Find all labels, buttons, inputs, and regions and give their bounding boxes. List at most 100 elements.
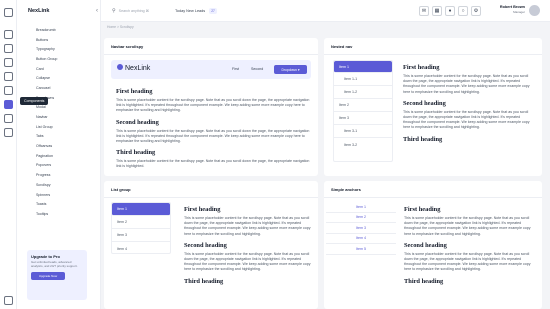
section-text: This is some placeholder content for the… [116,128,310,144]
topbar: ‹ ⚲ Search anything ⌘ Today New Leads 27… [96,0,550,22]
list-item-1[interactable]: Item 1 [112,203,170,216]
sidebar-item-card[interactable]: Card [17,64,101,74]
leads-summary: Today New Leads 27 [175,8,217,14]
navbar-scroll-area[interactable]: First heading This is some placeholder c… [116,88,311,172]
nested-item-3[interactable]: Item 3 [334,112,392,125]
leads-label: Today New Leads [175,9,206,13]
chat-icon[interactable]: ✉ [419,6,429,16]
bell-icon[interactable]: ♦ [445,6,455,16]
anchor-item-4[interactable]: Item 4 [326,234,396,244]
components-icon[interactable] [4,100,13,109]
anchor-item-5[interactable]: Item 5 [326,244,396,255]
section-heading: Second heading [184,241,227,249]
sidebar-nav: Breadcrumb Buttons Typography Button Gro… [17,25,101,219]
anchor-item-1[interactable]: Item 1 [326,202,396,213]
home-icon[interactable] [4,30,13,39]
nested-item-1[interactable]: Item 1 [334,61,392,73]
user-info[interactable]: Robert Brown Manager [493,5,525,14]
section-text: This is some placeholder content for the… [404,251,531,272]
card-title-navbar: Navbar scrollspy [111,44,144,49]
user-icon[interactable] [4,86,13,95]
nested-item-1-2[interactable]: Item 1-2 [334,86,392,99]
apps-icon[interactable]: ▦ [432,6,442,16]
section-text: This is some placeholder content for the… [403,74,530,94]
divider [324,197,542,198]
section-heading: First heading [403,64,440,71]
sidebar-item-navbar[interactable]: Navbar [17,112,101,122]
nav-dropdown-button[interactable]: Dropdown ▾ [274,65,307,74]
upgrade-button[interactable]: Upgrade Now [31,271,65,280]
sidebar-item-pagination[interactable]: Pagination [17,151,101,161]
card-title-nested: Nested nav [331,44,353,49]
table-icon[interactable] [4,114,13,123]
sidebar-item-list-group[interactable]: List Group [17,122,101,132]
nested-nav-list: Item 1 Item 1-1 Item 1-2 Item 2 Item 3 I… [333,60,393,162]
avatar[interactable] [529,5,540,16]
sidebar-item-typography[interactable]: Typography [17,44,101,54]
section-text: This is some placeholder content for the… [184,216,311,236]
section-heading: First heading [116,88,153,95]
sidebar-item-progress[interactable]: Progress [17,170,101,180]
anchor-item-3[interactable]: Item 3 [326,223,396,234]
sidebar-item-tooltips[interactable]: Tooltips [17,209,101,219]
sidebar-item-offcanvas[interactable]: Offcanvas [17,141,101,151]
sidebar-item-toasts[interactable]: Toasts [17,199,101,209]
section-heading: Third heading [116,149,156,157]
demo-navbar-brand[interactable]: NexLink [117,64,150,72]
search-icon: ⚲ [112,8,116,14]
anchors-scroll-area[interactable]: First heading This is some placeholder c… [404,206,534,309]
section-heading: Second heading [116,118,159,126]
card-title-listgroup: List group [111,187,131,192]
nested-item-2[interactable]: Item 2 [334,99,392,112]
calendar-icon[interactable] [4,58,13,67]
settings-icon[interactable]: ⚙ [471,6,481,16]
sidebar-item-breadcrumb[interactable]: Breadcrumb [17,25,101,35]
sidebar-item-button-group[interactable]: Button Group [17,54,101,64]
logout-icon[interactable] [4,296,13,305]
sidebar-item-scrollspy[interactable]: Scrollspy [17,180,101,190]
nested-item-3-2[interactable]: Item 3-2 [334,138,392,151]
section-heading: Third heading [404,277,444,285]
section-heading: Third heading [184,277,224,285]
sidebar-item-carousel[interactable]: Carousel [17,83,101,93]
chart-icon[interactable] [4,44,13,53]
form-icon[interactable] [4,128,13,137]
list-item-2[interactable]: Item 2 [112,216,170,229]
brand-logo-icon [117,64,123,70]
topbar-actions: ✉ ▦ ♦ ○ ⚙ [419,6,481,16]
section-text: This is some placeholder content for the… [116,98,310,113]
section-text: This is some placeholder content for the… [404,216,531,236]
components-tooltip: Components [20,97,49,105]
grid-icon[interactable] [4,8,13,17]
nav-link-second[interactable]: Second [251,67,263,71]
sidebar-item-buttons[interactable]: Buttons [17,35,101,45]
collapse-sidebar-icon[interactable]: ‹ [96,8,98,14]
icon-rail [0,0,17,309]
list-item-3[interactable]: Item 3 [112,229,170,242]
nav-link-first[interactable]: First [232,67,239,71]
leads-count-badge: 27 [209,8,217,14]
nested-item-1-1[interactable]: Item 1-1 [334,73,392,86]
list-item-4[interactable]: Item 4 [112,242,170,255]
section-text: This is some placeholder content for the… [403,109,530,130]
section-text: This is some placeholder content for the… [184,251,311,272]
sidebar-item-spinners[interactable]: Spinners [17,190,101,200]
divider [324,54,542,55]
breadcrumb: Home > Scrollspy [107,25,134,29]
sidebar-item-tabs[interactable]: Tabs [17,132,101,142]
cart-icon[interactable]: ○ [458,6,468,16]
nested-scroll-area[interactable]: First heading This is some placeholder c… [403,64,533,166]
search-input[interactable]: ⚲ Search anything ⌘ [109,6,171,16]
nested-item-3-1[interactable]: Item 3-1 [334,125,392,138]
divider [104,54,318,55]
anchor-item-2[interactable]: Item 2 [326,213,396,223]
sidebar-item-popovers[interactable]: Popovers [17,161,101,171]
section-heading: Third heading [403,135,443,143]
listgroup-scroll-area[interactable]: First heading This is some placeholder c… [184,206,312,309]
user-role: Manager [513,10,525,14]
section-heading: First heading [404,206,441,213]
upgrade-title: Upgrade to Pro [31,254,60,259]
search-placeholder: Search anything ⌘ [118,9,150,13]
sidebar-item-collapse[interactable]: Collapse [17,73,101,83]
mail-icon[interactable] [4,72,13,81]
